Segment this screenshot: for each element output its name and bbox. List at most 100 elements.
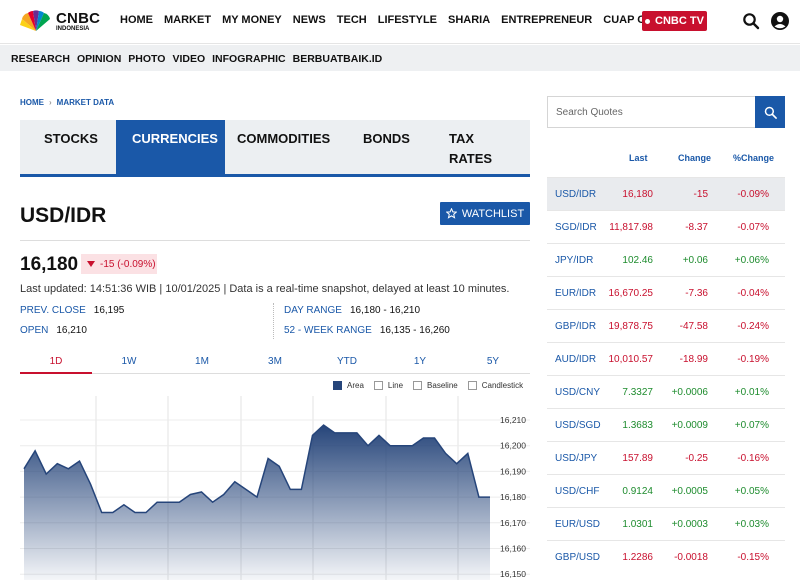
last-price: 16,180 — [20, 254, 79, 275]
quote-symbol-cell[interactable]: USD/CHF — [555, 486, 599, 497]
user-account-icon[interactable] — [770, 11, 790, 31]
quote-last-cell: 157.89 — [622, 453, 653, 464]
subnav-item-berbuatbaik-id[interactable]: BERBUATBAIK.ID — [293, 53, 383, 65]
quote-pct-change-cell: +0.03% — [734, 519, 769, 530]
search-quotes-input[interactable]: Search Quotes — [556, 107, 623, 118]
range-1y[interactable]: 1Y — [384, 356, 456, 374]
quote-pct-change-cell: -0.04% — [737, 288, 769, 299]
brand-name: CNBC — [56, 10, 101, 27]
quote-change-cell: -7.36 — [685, 288, 708, 299]
subnav-item-video[interactable]: VIDEO — [172, 53, 205, 65]
subnav-item-opinion[interactable]: OPINION — [77, 53, 121, 65]
quote-symbol-cell[interactable]: JPY/IDR — [555, 255, 593, 266]
breadcrumb-home[interactable]: HOME — [20, 98, 44, 107]
market-tabs: STOCKS CURRENCIES COMMODITIES BONDS TAX … — [20, 120, 530, 177]
quote-symbol-cell[interactable]: GBP/USD — [555, 552, 600, 563]
y-tick-label: 16,160 — [500, 544, 526, 554]
y-tick-label: 16,200 — [500, 441, 526, 451]
quote-symbol-cell[interactable]: GBP/IDR — [555, 321, 596, 332]
menu-item-market[interactable]: MARKET — [164, 14, 211, 26]
quote-row[interactable]: GBP/IDR 19,878.75 -47.58 -0.24% — [547, 309, 785, 342]
y-tick-label: 16,170 — [500, 518, 526, 528]
quote-pct-change-cell: -0.07% — [737, 222, 769, 233]
chart-type-baseline[interactable]: Baseline — [413, 381, 458, 390]
week52-stat: 52 - WEEK RANGE 16,135 - 16,260 — [284, 325, 450, 336]
chart-type-candlestick[interactable]: Candlestick — [467, 381, 523, 390]
tab-bonds[interactable]: BONDS — [345, 120, 435, 174]
tab-tax-rates[interactable]: TAX RATES — [435, 120, 495, 174]
breadcrumb-market-data[interactable]: MARKET DATA — [57, 98, 114, 107]
live-dot-icon — [645, 18, 651, 24]
tab-currencies[interactable]: CURRENCIES — [116, 120, 225, 174]
menu-item-home[interactable]: HOME — [120, 14, 153, 26]
menu-item-tech[interactable]: TECH — [337, 14, 367, 26]
quote-symbol-cell[interactable]: USD/JPY — [555, 453, 597, 464]
y-tick-label: 16,180 — [500, 492, 526, 502]
tab-commodities[interactable]: COMMODITIES — [225, 120, 345, 174]
quote-symbol-cell[interactable]: EUR/USD — [555, 519, 600, 530]
checkbox-icon — [333, 381, 342, 390]
tab-stocks[interactable]: STOCKS — [20, 120, 116, 174]
cnbc-logo[interactable]: CNBC INDONESIA — [18, 9, 102, 35]
quote-row[interactable]: EUR/IDR 16,670.25 -7.36 -0.04% — [547, 276, 785, 309]
quote-row[interactable]: EUR/USD 1.0301 +0.0003 +0.03% — [547, 507, 785, 540]
quote-change-cell: -0.0018 — [674, 552, 708, 563]
quote-symbol-cell[interactable]: USD/SGD — [555, 420, 601, 431]
quotes-sidebar: Search Quotes Last Change %Change USD/ID… — [547, 96, 785, 580]
subnav-item-infographic[interactable]: INFOGRAPHIC — [212, 53, 286, 65]
quote-row[interactable]: USD/JPY 157.89 -0.25 -0.16% — [547, 441, 785, 474]
range-1m[interactable]: 1M — [166, 356, 238, 374]
search-quotes-box[interactable]: Search Quotes — [547, 96, 785, 128]
quote-change-cell: -8.37 — [685, 222, 708, 233]
search-icon[interactable] — [742, 12, 760, 30]
menu-item-entrepreneur[interactable]: ENTREPRENEUR — [501, 14, 592, 26]
menu-item-my-money[interactable]: MY MONEY — [222, 14, 282, 26]
quote-last-cell: 1.2286 — [622, 552, 653, 563]
quote-symbol-cell[interactable]: USD/IDR — [555, 189, 596, 200]
prev-close-label: PREV. CLOSE — [20, 305, 86, 316]
price-chart[interactable]: 16,210 16,200 16,190 16,180 16,170 16,160 16,1… — [20, 396, 530, 580]
menu-item-lifestyle[interactable]: LIFESTYLE — [378, 14, 437, 26]
watchlist-label: WATCHLIST — [461, 207, 525, 220]
quote-row[interactable]: AUD/IDR 10,010.57 -18.99 -0.19% — [547, 342, 785, 375]
quote-symbol: USD/IDR — [20, 204, 107, 227]
quote-last-cell: 7.3327 — [622, 387, 653, 398]
quote-symbol-cell[interactable]: EUR/IDR — [555, 288, 596, 299]
quote-change-cell: -15 — [693, 189, 708, 200]
search-quotes-button[interactable] — [755, 96, 785, 128]
watchlist-button[interactable]: WATCHLIST — [440, 202, 530, 225]
quote-row[interactable]: USD/CNY 7.3327 +0.0006 +0.01% — [547, 375, 785, 408]
range-1w[interactable]: 1W — [93, 356, 165, 374]
quote-last-cell: 1.0301 — [622, 519, 653, 530]
quote-symbol-cell[interactable]: USD/CNY — [555, 387, 600, 398]
price-area — [24, 425, 490, 580]
range-1d[interactable]: 1D — [20, 356, 92, 374]
chart-type-line[interactable]: Line — [373, 381, 403, 390]
peacock-icon — [20, 10, 50, 31]
range-5y[interactable]: 5Y — [457, 356, 529, 374]
checkbox-icon — [467, 381, 477, 390]
subnav-item-research[interactable]: RESEARCH — [11, 53, 70, 65]
open-stat: OPEN 16,210 — [20, 325, 87, 336]
quote-symbol-cell[interactable]: AUD/IDR — [555, 354, 596, 365]
open-value: 16,210 — [56, 325, 87, 336]
menu-item-sharia[interactable]: SHARIA — [448, 14, 490, 26]
subnav-item-photo[interactable]: PHOTO — [128, 53, 165, 65]
chart-type-area[interactable]: Area — [333, 381, 364, 390]
quote-last-cell: 19,878.75 — [608, 321, 654, 332]
quote-row[interactable]: USD/IDR 16,180 -15 -0.09% — [547, 177, 785, 210]
quote-row[interactable]: USD/CHF 0.9124 +0.0005 +0.05% — [547, 474, 785, 507]
cnbc-tv-button[interactable]: CNBC TV — [642, 11, 707, 31]
quote-symbol-cell[interactable]: SGD/IDR — [555, 222, 597, 233]
prev-close-stat: PREV. CLOSE 16,195 — [20, 305, 124, 316]
quote-row[interactable]: GBP/USD 1.2286 -0.0018 -0.15% — [547, 540, 785, 573]
quote-row[interactable]: USD/SGD 1.3683 +0.0009 +0.07% — [547, 408, 785, 441]
quote-row[interactable]: JPY/IDR 102.46 +0.06 +0.06% — [547, 243, 785, 276]
quote-change-cell: +0.0003 — [671, 519, 708, 530]
range-ytd[interactable]: YTD — [311, 356, 383, 374]
quote-pct-change-cell: -0.09% — [737, 189, 769, 200]
range-3m[interactable]: 3M — [239, 356, 311, 374]
menu-item-news[interactable]: NEWS — [293, 14, 326, 26]
quote-last-cell: 1.3683 — [622, 420, 653, 431]
quote-row[interactable]: SGD/IDR 11,817.98 -8.37 -0.07% — [547, 210, 785, 243]
